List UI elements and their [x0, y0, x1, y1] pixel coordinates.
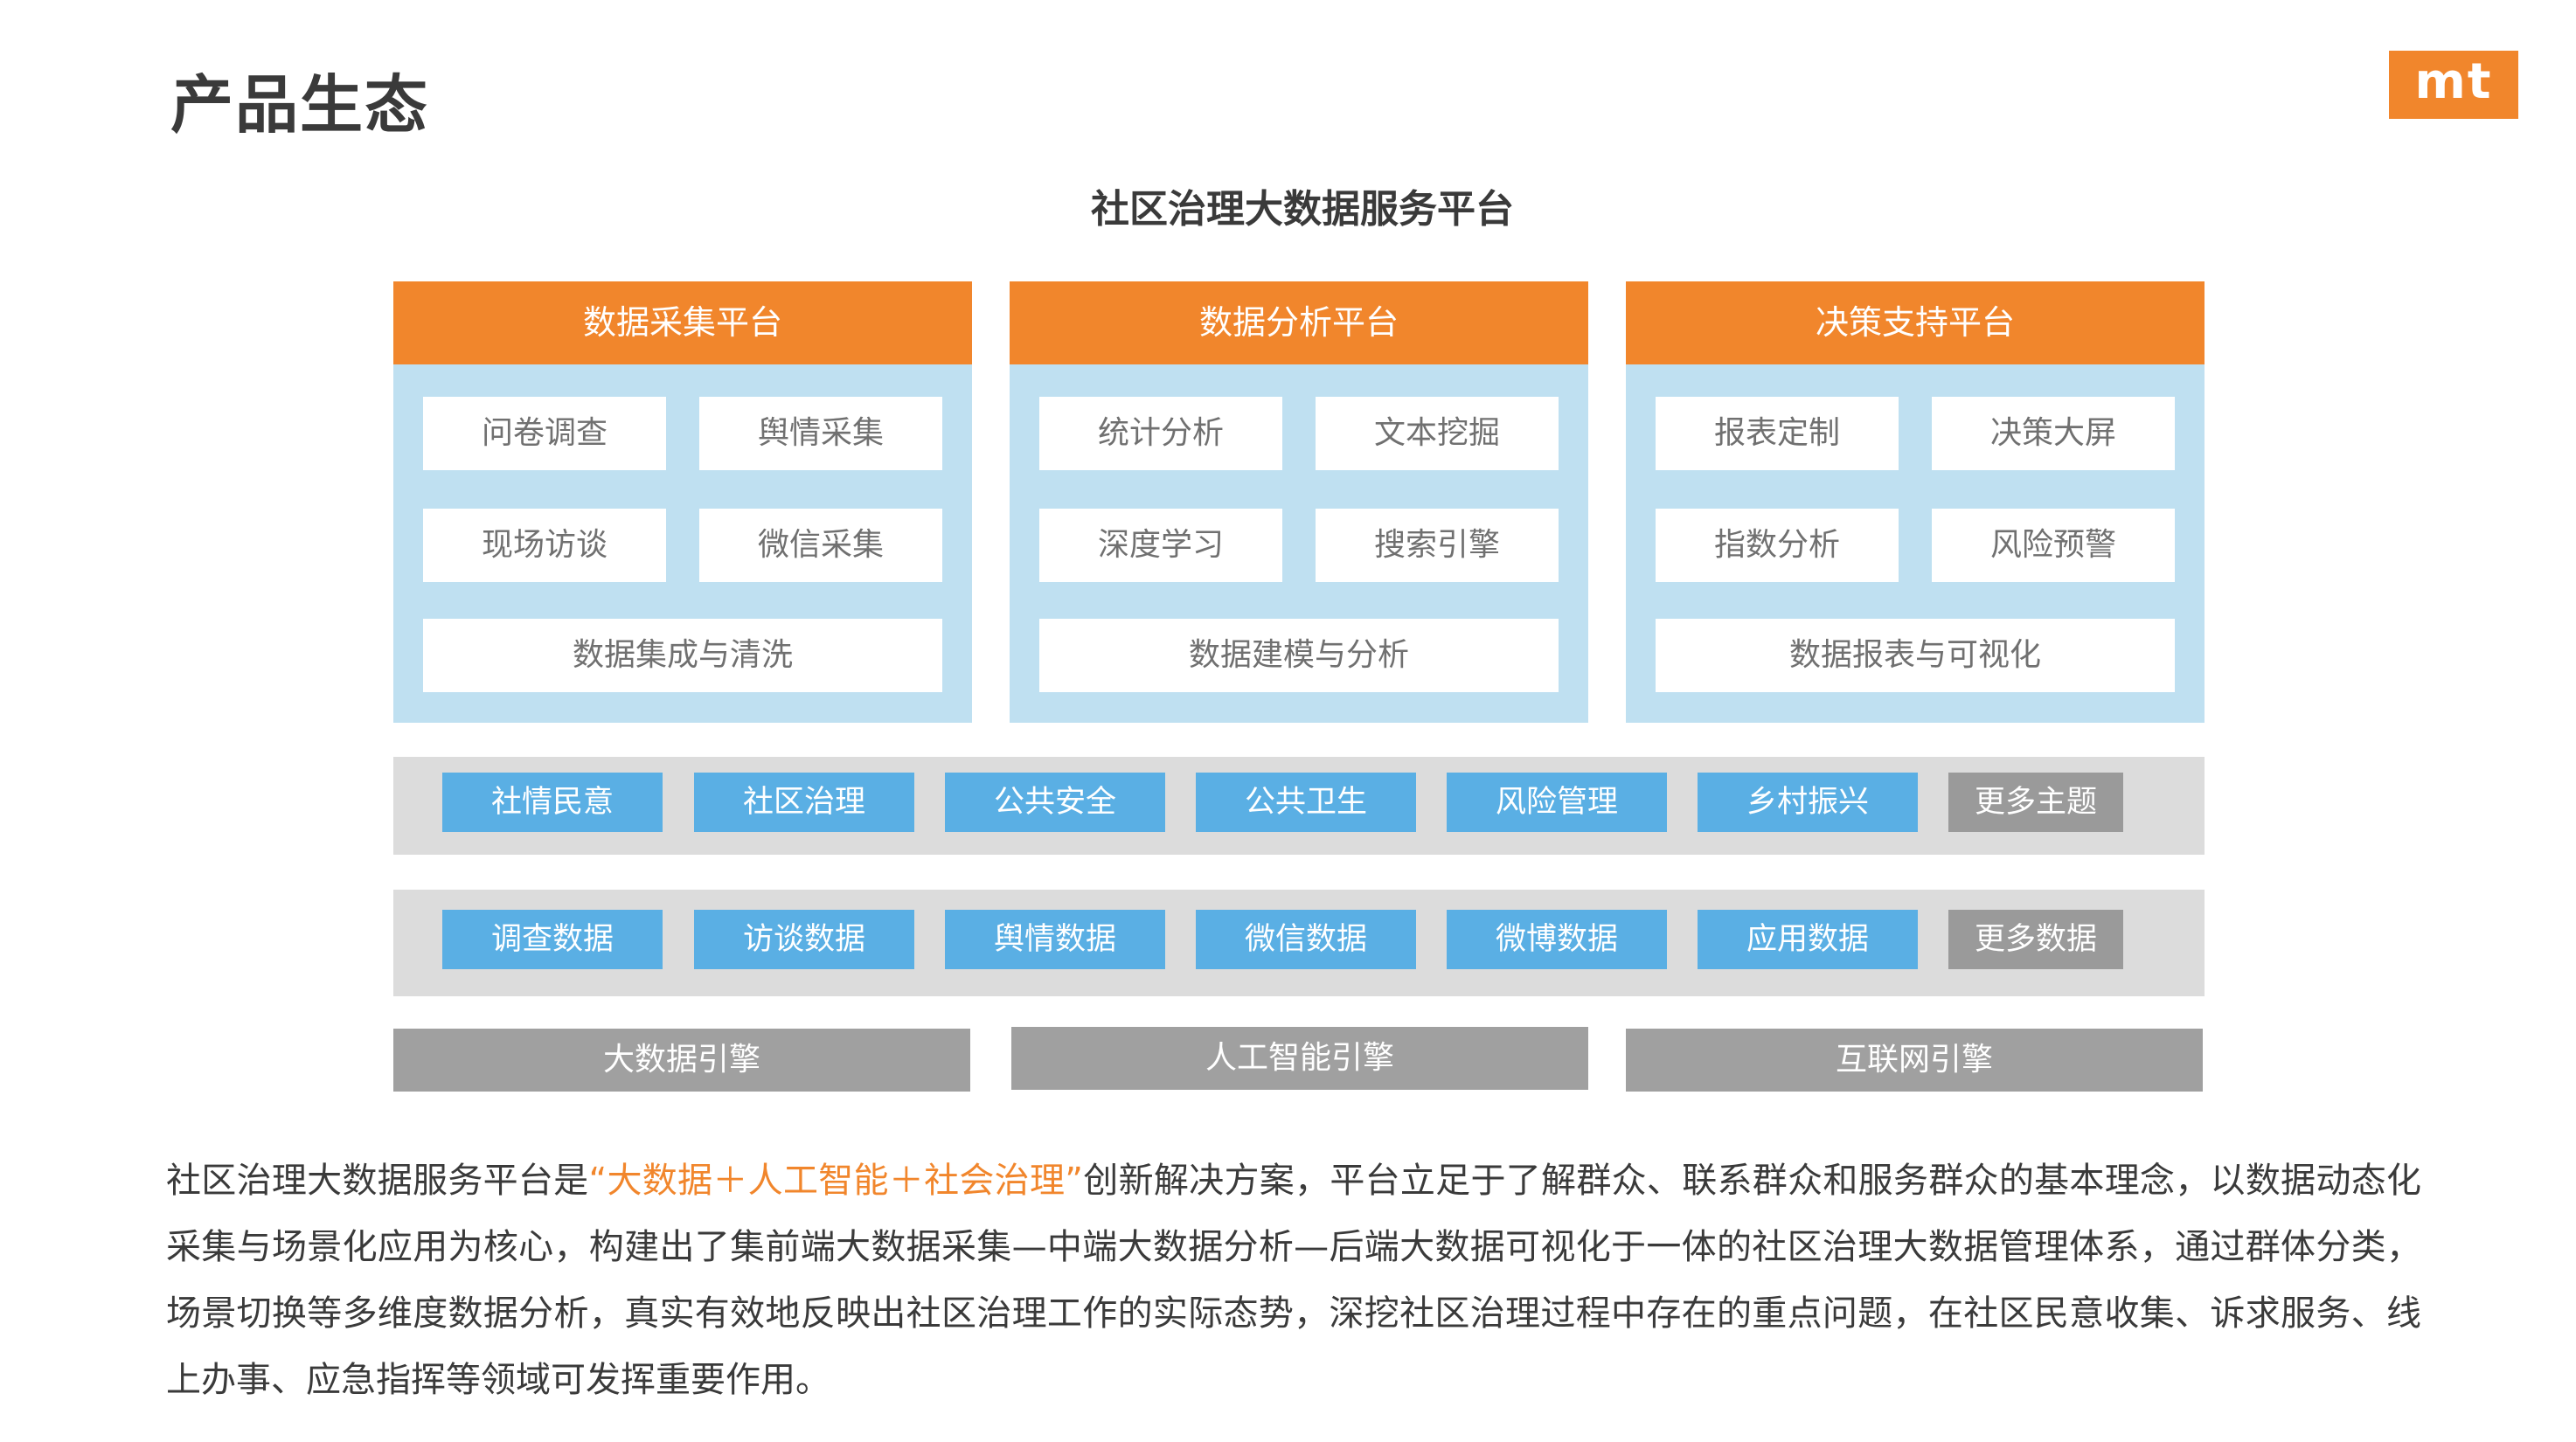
more-topics-chip: 更多主题 — [1948, 773, 2123, 832]
platform-decision-support: 决策支持平台 报表定制 决策大屏 指数分析 风险预警 数据报表与可视化 — [1626, 281, 2205, 723]
page-title: 产品生态 — [170, 68, 430, 142]
module-cell: 决策大屏 — [1932, 397, 2175, 470]
module-cell-wide: 数据报表与可视化 — [1656, 619, 2175, 692]
platform-data-collection: 数据采集平台 问卷调查 舆情采集 现场访谈 微信采集 数据集成与清洗 — [393, 281, 972, 723]
data-source-chip: 微信数据 — [1196, 910, 1416, 969]
topic-chip: 乡村振兴 — [1698, 773, 1918, 832]
engine-bigdata: 大数据引擎 — [393, 1029, 970, 1092]
module-cell: 舆情采集 — [699, 397, 942, 470]
data-source-chip: 微博数据 — [1447, 910, 1667, 969]
diagram-title: 社区治理大数据服务平台 — [1091, 187, 1514, 232]
description-text: 社区治理大数据服务平台是 — [166, 1161, 589, 1201]
data-source-chip: 调查数据 — [442, 910, 663, 969]
module-cell: 报表定制 — [1656, 397, 1899, 470]
platform-title: 数据分析平台 — [1010, 281, 1588, 364]
module-cell: 深度学习 — [1039, 509, 1282, 582]
topic-chip: 社情民意 — [442, 773, 663, 832]
data-source-chip: 访谈数据 — [694, 910, 914, 969]
data-sources-band: 调查数据 访谈数据 舆情数据 微信数据 微博数据 应用数据 更多数据 — [393, 890, 2205, 996]
data-source-chip: 应用数据 — [1698, 910, 1918, 969]
module-cell: 现场访谈 — [423, 509, 666, 582]
topics-band: 社情民意 社区治理 公共安全 公共卫生 风险管理 乡村振兴 更多主题 — [393, 757, 2205, 855]
data-source-chip: 舆情数据 — [945, 910, 1165, 969]
more-data-chip: 更多数据 — [1948, 910, 2123, 969]
topic-chip: 风险管理 — [1447, 773, 1667, 832]
module-cell: 问卷调查 — [423, 397, 666, 470]
module-cell-wide: 数据集成与清洗 — [423, 619, 942, 692]
module-cell: 统计分析 — [1039, 397, 1282, 470]
platform-title: 决策支持平台 — [1626, 281, 2205, 364]
module-cell-wide: 数据建模与分析 — [1039, 619, 1559, 692]
platform-data-analysis: 数据分析平台 统计分析 文本挖掘 深度学习 搜索引擎 数据建模与分析 — [1010, 281, 1588, 723]
brand-logo: mt — [2389, 51, 2518, 119]
module-cell: 微信采集 — [699, 509, 942, 582]
platform-title: 数据采集平台 — [393, 281, 972, 364]
module-cell: 搜索引擎 — [1316, 509, 1559, 582]
engine-ai: 人工智能引擎 — [1011, 1027, 1588, 1090]
engine-internet: 互联网引擎 — [1626, 1029, 2203, 1092]
module-cell: 文本挖掘 — [1316, 397, 1559, 470]
module-cell: 指数分析 — [1656, 509, 1899, 582]
topic-chip: 公共安全 — [945, 773, 1165, 832]
description-paragraph: 社区治理大数据服务平台是“大数据＋人工智能＋社会治理”创新解决方案，平台立足于了… — [166, 1147, 2421, 1413]
module-cell: 风险预警 — [1932, 509, 2175, 582]
description-highlight: “大数据＋人工智能＋社会治理” — [588, 1161, 1083, 1201]
topic-chip: 社区治理 — [694, 773, 914, 832]
topic-chip: 公共卫生 — [1196, 773, 1416, 832]
